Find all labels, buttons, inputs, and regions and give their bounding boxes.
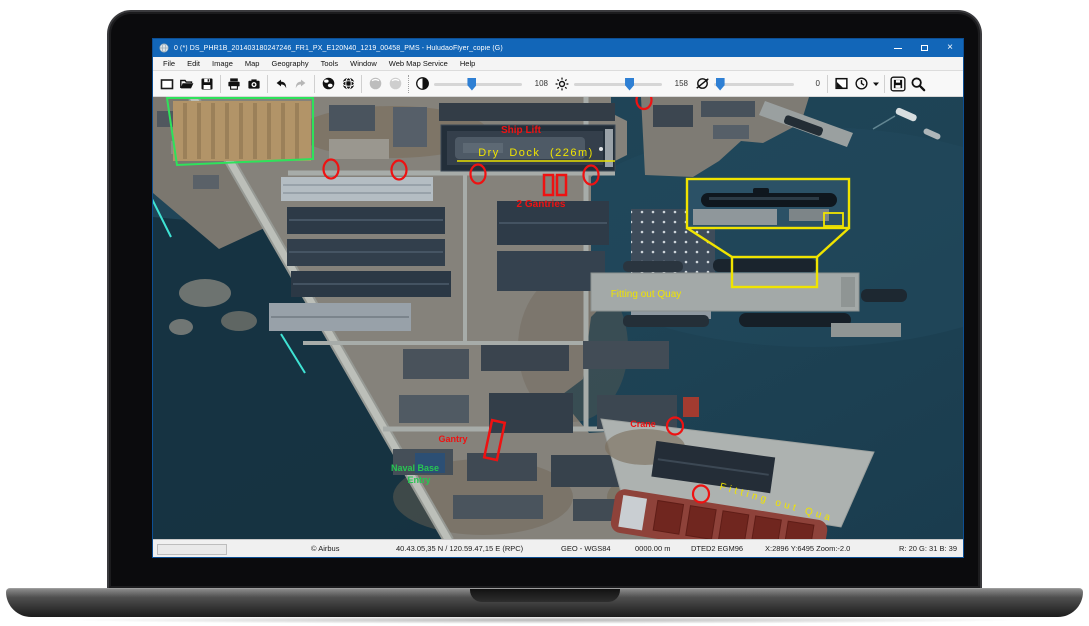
credit-label: © Airbus (311, 544, 339, 553)
gantry-label: Gantry (438, 434, 467, 444)
minimize-button[interactable] (885, 39, 911, 57)
toolbar: 108 158 0 (153, 71, 963, 97)
menu-help[interactable]: Help (454, 59, 481, 68)
crane-label: Crane (630, 419, 656, 429)
save-view-button[interactable] (888, 74, 908, 94)
toolbar-separator (314, 75, 315, 93)
gantries-label: 2 Gantries (517, 199, 566, 210)
menu-window[interactable]: Window (344, 59, 383, 68)
coordinates-label: 40.43.05,35 N / 120.59.47,15 E (RPC) (396, 544, 523, 553)
laptop-mockup: 0 (*) DS_PHR1B_201403180247246_FR1_PX_E1… (0, 0, 1089, 626)
contrast-value: 108 (526, 79, 548, 88)
naval-base-label-line1: Naval Base (391, 463, 439, 473)
dry-dock-label: Dry Dock (226m) (478, 147, 594, 159)
open-folder-button[interactable] (177, 74, 197, 94)
toolbar-separator (408, 75, 409, 93)
titlebar: 0 (*) DS_PHR1B_201403180247246_FR1_PX_E1… (153, 39, 963, 57)
fitting-out-quay-label: Fitting out Quay (611, 289, 682, 300)
redo-icon[interactable] (291, 74, 311, 94)
toolbar-separator (267, 75, 268, 93)
rotation-slider-thumb[interactable] (716, 78, 725, 91)
sphere-disabled-1-icon (365, 74, 385, 94)
map-viewport[interactable]: Ship Lift Dry Dock (226m) 2 Gantries Fit… (153, 97, 963, 539)
rgb-values-label: R: 20 G: 31 B: 39 (899, 544, 957, 553)
print-button[interactable] (224, 74, 244, 94)
rotation-value: 0 (798, 79, 820, 88)
ship-lift-label: Ship Lift (501, 125, 542, 136)
rotation-slider[interactable] (714, 76, 794, 92)
laptop-base (6, 588, 1083, 617)
elevation-label: 0000.00 m (635, 544, 670, 553)
toolbar-separator (884, 75, 885, 93)
globe-grid-button[interactable] (338, 74, 358, 94)
toolbar-separator (220, 75, 221, 93)
camera-snapshot-button[interactable] (244, 74, 264, 94)
laptop-shadow (60, 616, 1029, 624)
tan-warehouse (167, 98, 313, 165)
close-button[interactable]: × (937, 39, 963, 57)
projection-label: GEO - WGS84 (561, 544, 611, 553)
chevron-down-icon[interactable] (871, 74, 881, 94)
app-globe-icon (159, 43, 169, 53)
histogram-clock-button[interactable] (851, 74, 871, 94)
undo-icon[interactable] (271, 74, 291, 94)
datum-label: DTED2 EGM96 (691, 544, 743, 553)
menu-file[interactable]: File (157, 59, 181, 68)
globe-earth-button[interactable] (318, 74, 338, 94)
menu-tools[interactable]: Tools (315, 59, 345, 68)
menu-image[interactable]: Image (206, 59, 239, 68)
cursor-position-label: X:2896 Y:6495 Zoom:-2.0 (765, 544, 850, 553)
menu-edit[interactable]: Edit (181, 59, 206, 68)
maximize-button[interactable] (911, 39, 937, 57)
menu-geography[interactable]: Geography (265, 59, 314, 68)
toolbar-separator (827, 75, 828, 93)
zoom-magnifier-button[interactable] (908, 74, 928, 94)
menubar: File Edit Image Map Geography Tools Wind… (153, 57, 963, 71)
contrast-slider-thumb[interactable] (467, 78, 476, 91)
brightness-sun-icon[interactable] (552, 74, 572, 94)
contrast-slider[interactable] (434, 76, 522, 92)
toolbar-separator (361, 75, 362, 93)
sphere-disabled-2-icon (385, 74, 405, 94)
statusbar: © Airbus 40.43.05,35 N / 120.59.47,15 E … (153, 539, 963, 557)
new-document-button[interactable] (157, 74, 177, 94)
brightness-slider-thumb[interactable] (625, 78, 634, 91)
contrast-icon[interactable] (412, 74, 432, 94)
rotation-icon[interactable] (692, 74, 712, 94)
satellite-map-canvas[interactable]: Ship Lift Dry Dock (226m) 2 Gantries Fit… (153, 97, 963, 539)
menu-map[interactable]: Map (239, 59, 266, 68)
progress-indicator (157, 544, 227, 555)
invert-colors-button[interactable] (831, 74, 851, 94)
laptop-lid-notch (470, 589, 620, 602)
window-title: 0 (*) DS_PHR1B_201403180247246_FR1_PX_E1… (174, 45, 503, 52)
menu-web-map-service[interactable]: Web Map Service (383, 59, 454, 68)
brightness-value: 158 (666, 79, 688, 88)
brightness-slider[interactable] (574, 76, 662, 92)
naval-base-label-line2: Entry (407, 475, 430, 485)
save-button[interactable] (197, 74, 217, 94)
gis-app-window: 0 (*) DS_PHR1B_201403180247246_FR1_PX_E1… (152, 38, 964, 558)
